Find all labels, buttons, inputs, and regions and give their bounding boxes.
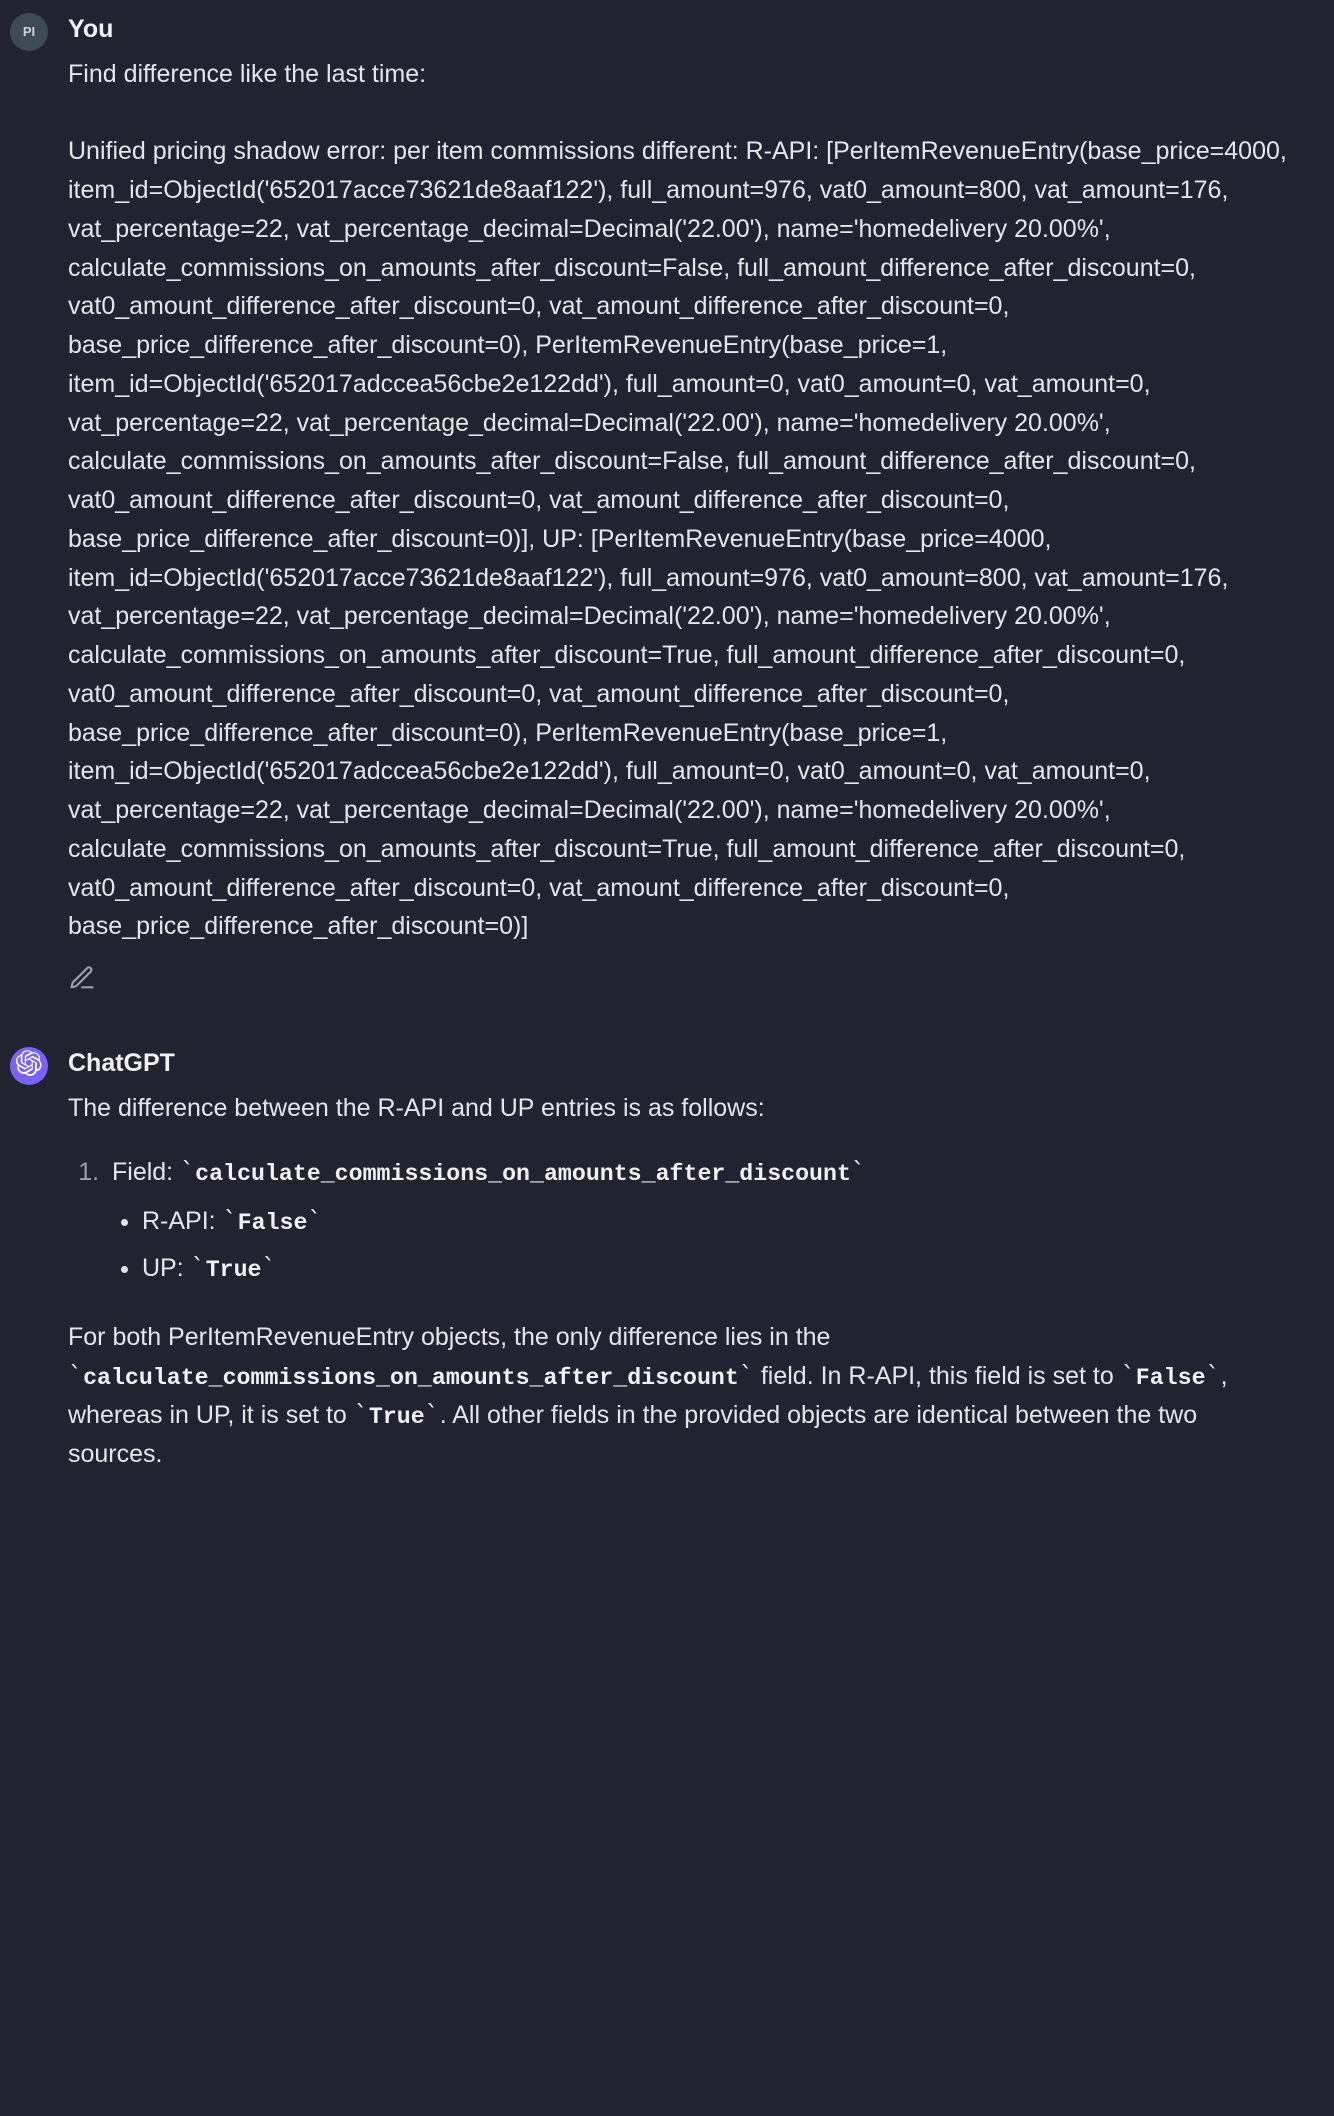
list-item: UP: `True`	[142, 1249, 1294, 1288]
user-avatar: PI	[10, 13, 48, 51]
closing-code-true: True	[369, 1404, 425, 1430]
up-value-code: True	[206, 1257, 262, 1283]
closing-code-false: False	[1136, 1365, 1206, 1391]
field-label: Field:	[112, 1158, 180, 1186]
assistant-message: ChatGPT The difference between the R-API…	[10, 1044, 1324, 1500]
openai-logo-icon	[16, 1050, 42, 1082]
user-author-label: You	[68, 10, 1294, 49]
user-message: PI You Find difference like the last tim…	[10, 10, 1324, 1004]
rapi-label: R-API:	[142, 1207, 223, 1235]
user-avatar-initials: PI	[23, 22, 35, 42]
list-item: Field: `calculate_commissions_on_amounts…	[106, 1153, 1294, 1288]
assistant-intro-text: The difference between the R-API and UP …	[68, 1089, 1294, 1128]
difference-list: Field: `calculate_commissions_on_amounts…	[68, 1153, 1294, 1288]
list-item: R-API: `False`	[142, 1202, 1294, 1241]
assistant-author-label: ChatGPT	[68, 1044, 1294, 1083]
field-code: calculate_commissions_on_amounts_after_d…	[195, 1161, 851, 1187]
rapi-value-code: False	[238, 1210, 308, 1236]
closing-code-field: calculate_commissions_on_amounts_after_d…	[83, 1365, 739, 1391]
up-label: UP:	[142, 1254, 191, 1282]
sub-list: R-API: `False` UP: `True`	[112, 1202, 1294, 1288]
assistant-avatar	[10, 1047, 48, 1085]
assistant-closing-text: For both PerItemRevenueEntry objects, th…	[68, 1318, 1294, 1474]
edit-icon[interactable]	[68, 970, 96, 998]
user-message-text: Find difference like the last time: Unif…	[68, 55, 1294, 946]
